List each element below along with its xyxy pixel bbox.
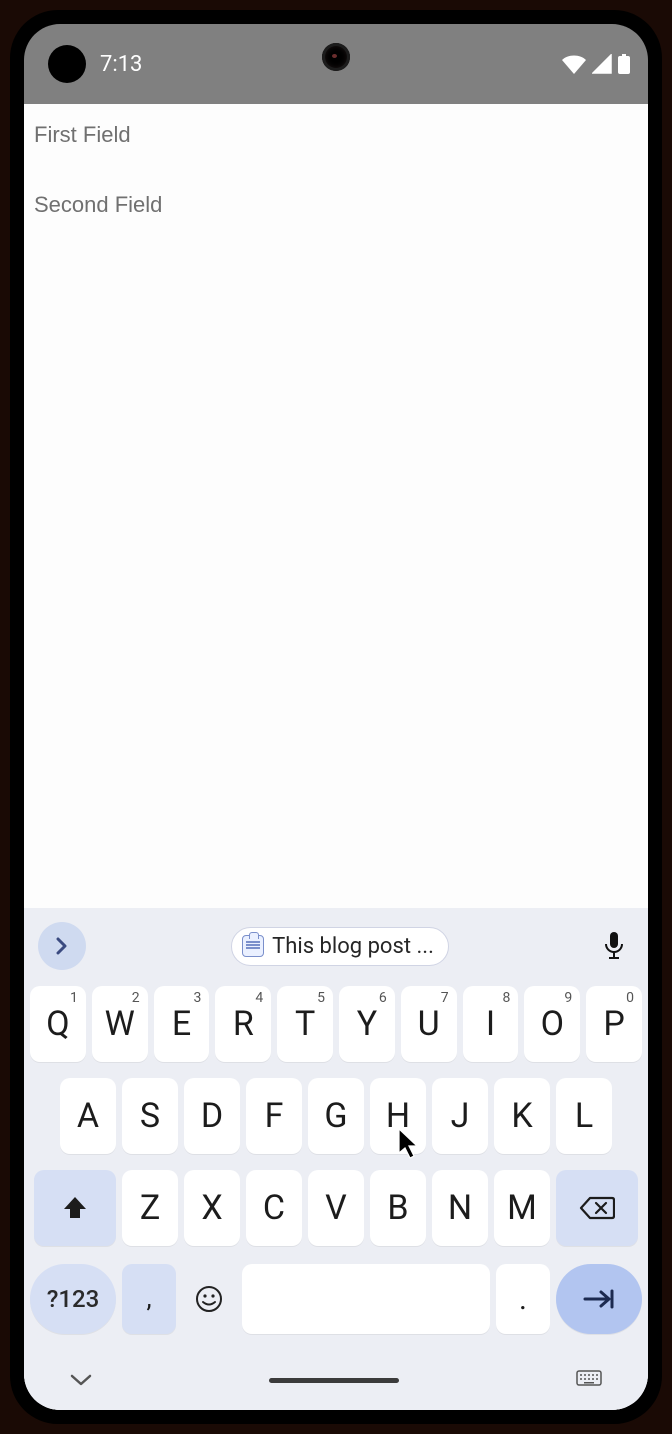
key-hint: 6 (379, 990, 387, 1006)
shift-icon (61, 1194, 89, 1222)
comma-key[interactable]: , (122, 1264, 176, 1334)
key-hint: 3 (194, 990, 202, 1006)
suggestion-strip: This blog post ... (24, 914, 648, 978)
key-g[interactable]: G (308, 1078, 364, 1154)
expand-suggestions-button[interactable] (38, 922, 86, 970)
key-o[interactable]: O9 (524, 986, 580, 1062)
key-f[interactable]: F (246, 1078, 302, 1154)
key-u[interactable]: U7 (401, 986, 457, 1062)
emoji-key[interactable] (182, 1264, 236, 1334)
key-j[interactable]: J (432, 1078, 488, 1154)
backspace-key[interactable] (556, 1170, 638, 1246)
key-hint: 9 (564, 990, 572, 1006)
key-l[interactable]: L (556, 1078, 612, 1154)
key-w[interactable]: W2 (92, 986, 148, 1062)
key-hint: 8 (503, 990, 511, 1006)
key-row-2: ASDFGHJKL (24, 1070, 648, 1162)
key-hint: 0 (626, 990, 634, 1006)
clipboard-suggestion-text: This blog post ... (272, 934, 434, 959)
device-frame: 7:13 (10, 10, 662, 1424)
keyboard-settings-icon[interactable] (576, 1370, 602, 1390)
voice-input-button[interactable] (594, 931, 634, 961)
key-hint: 1 (70, 990, 78, 1006)
key-h[interactable]: H (370, 1078, 426, 1154)
shift-key[interactable] (34, 1170, 116, 1246)
key-c[interactable]: C (246, 1170, 302, 1246)
key-hint: 5 (317, 990, 325, 1006)
key-k[interactable]: K (494, 1078, 550, 1154)
clipboard-icon (242, 935, 264, 957)
gesture-handle[interactable] (269, 1378, 399, 1383)
key-hint: 7 (441, 990, 449, 1006)
key-n[interactable]: N (432, 1170, 488, 1246)
soft-keyboard: This blog post ... Q1W2E3R4T5Y6U7I8O9P0 … (24, 908, 648, 1410)
microphone-icon (603, 931, 625, 961)
status-time: 7:13 (100, 52, 142, 77)
key-r[interactable]: R4 (215, 986, 271, 1062)
tab-next-icon (581, 1288, 617, 1310)
key-s[interactable]: S (122, 1078, 178, 1154)
key-m[interactable]: M (494, 1170, 550, 1246)
key-hint: 4 (255, 990, 263, 1006)
form-area (24, 104, 648, 908)
front-camera (322, 43, 350, 71)
next-key[interactable] (556, 1264, 642, 1334)
first-field-input[interactable] (34, 114, 638, 156)
key-row-1: Q1W2E3R4T5Y6U7I8O9P0 (24, 978, 648, 1070)
key-b[interactable]: B (370, 1170, 426, 1246)
clipboard-suggestion-chip[interactable]: This blog post ... (231, 927, 449, 966)
device-screen: 7:13 (24, 24, 648, 1410)
cell-signal-icon (592, 54, 612, 74)
key-p[interactable]: P0 (586, 986, 642, 1062)
space-key[interactable] (242, 1264, 490, 1334)
key-a[interactable]: A (60, 1078, 116, 1154)
chevron-right-icon (53, 937, 71, 955)
key-z[interactable]: Z (122, 1170, 178, 1246)
backspace-icon (579, 1195, 615, 1221)
key-t[interactable]: T5 (277, 986, 333, 1062)
profile-notification-dot (48, 45, 86, 83)
key-y[interactable]: Y6 (339, 986, 395, 1062)
key-d[interactable]: D (184, 1078, 240, 1154)
key-i[interactable]: I8 (463, 986, 519, 1062)
period-key[interactable]: . (496, 1264, 550, 1334)
collapse-keyboard-icon[interactable] (70, 1373, 92, 1387)
key-e[interactable]: E3 (154, 986, 210, 1062)
key-row-4: ?123 , . (24, 1254, 648, 1350)
key-x[interactable]: X (184, 1170, 240, 1246)
emoji-icon (194, 1284, 224, 1314)
second-field-input[interactable] (34, 184, 638, 226)
key-hint: 2 (132, 990, 140, 1006)
key-q[interactable]: Q1 (30, 986, 86, 1062)
battery-icon (618, 54, 630, 74)
symbols-mode-label: ?123 (47, 1285, 100, 1313)
key-v[interactable]: V (308, 1170, 364, 1246)
app-content: This blog post ... Q1W2E3R4T5Y6U7I8O9P0 … (24, 104, 648, 1410)
wifi-icon (562, 54, 586, 74)
key-row-3: ZXCVBNM (24, 1162, 648, 1254)
symbols-mode-key[interactable]: ?123 (30, 1264, 116, 1334)
navigation-bar (24, 1350, 648, 1410)
